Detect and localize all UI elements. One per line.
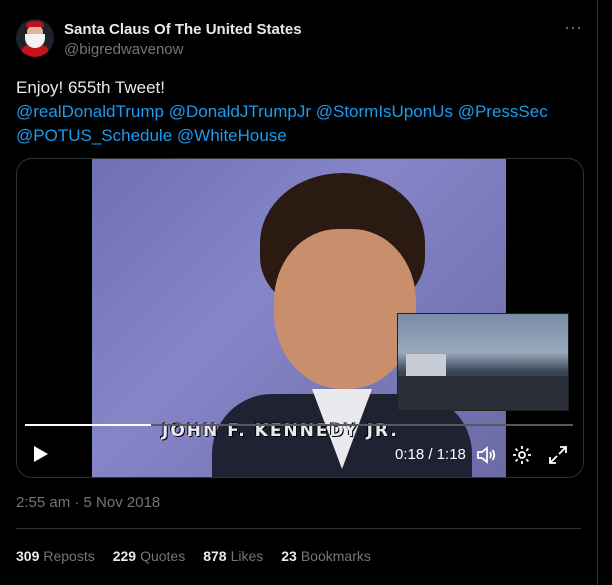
stat-count: 878 (203, 548, 227, 564)
tweet-body: Enjoy! 655th Tweet! (16, 78, 166, 97)
mention-link[interactable]: @WhiteHouse (177, 126, 287, 145)
stat-label: Likes (230, 548, 264, 564)
stat-bookmarks[interactable]: 23 Bookmarks (281, 548, 371, 564)
stat-label: Bookmarks (300, 548, 371, 564)
tweet-stats: 309 Reposts 229 Quotes 878 Likes 23 Bookmark… (16, 548, 371, 564)
tweet-mentions: @realDonaldTrump @DonaldJTrumpJr @StormI… (16, 100, 586, 148)
stat-label: Reposts (43, 548, 95, 564)
avatar-hat (26, 21, 44, 27)
video-figure-head (274, 229, 416, 389)
mention-link[interactable]: @POTUS_Schedule (16, 126, 172, 145)
divider (16, 528, 581, 529)
video-progress-bar[interactable] (25, 424, 573, 426)
play-icon[interactable] (29, 443, 51, 465)
stat-quotes[interactable]: 229 Quotes (113, 548, 186, 564)
inset-crowd (398, 376, 568, 410)
stat-label: Quotes (140, 548, 186, 564)
settings-icon[interactable] (511, 444, 533, 466)
video-time: 0:18 / 1:18 (395, 446, 466, 463)
stat-likes[interactable]: 878 Likes (203, 548, 263, 564)
volume-icon[interactable] (475, 444, 497, 466)
fullscreen-icon[interactable] (547, 444, 569, 466)
video-inset-crowd (397, 313, 569, 411)
tweet-text: Enjoy! 655th Tweet! @realDonaldTrump @Do… (16, 76, 586, 148)
video-player[interactable]: JOHN F. KENNEDY JR. 0:18 / 1:18 (16, 158, 584, 478)
mention-link[interactable]: @PressSec (458, 102, 548, 121)
stat-count: 23 (281, 548, 297, 564)
tweet-container: Santa Claus Of The United States @bigred… (0, 0, 598, 585)
author-display-name[interactable]: Santa Claus Of The United States (64, 21, 302, 38)
avatar[interactable] (16, 19, 54, 57)
author-handle[interactable]: @bigredwavenow (64, 41, 183, 58)
mention-link[interactable]: @realDonaldTrump (16, 102, 164, 121)
mention-link[interactable]: @StormIsUponUs (316, 102, 453, 121)
more-horizontal-icon[interactable]: ··· (561, 18, 585, 40)
stat-count: 229 (112, 548, 137, 564)
video-progress-fill (25, 424, 152, 426)
stat-reposts[interactable]: 309 Reposts (16, 548, 95, 564)
mention-link[interactable]: @DonaldJTrumpJr (169, 102, 311, 121)
tweet-timestamp[interactable]: 2:55 am · 5 Nov 2018 (16, 494, 160, 511)
stat-count: 309 (16, 548, 40, 564)
